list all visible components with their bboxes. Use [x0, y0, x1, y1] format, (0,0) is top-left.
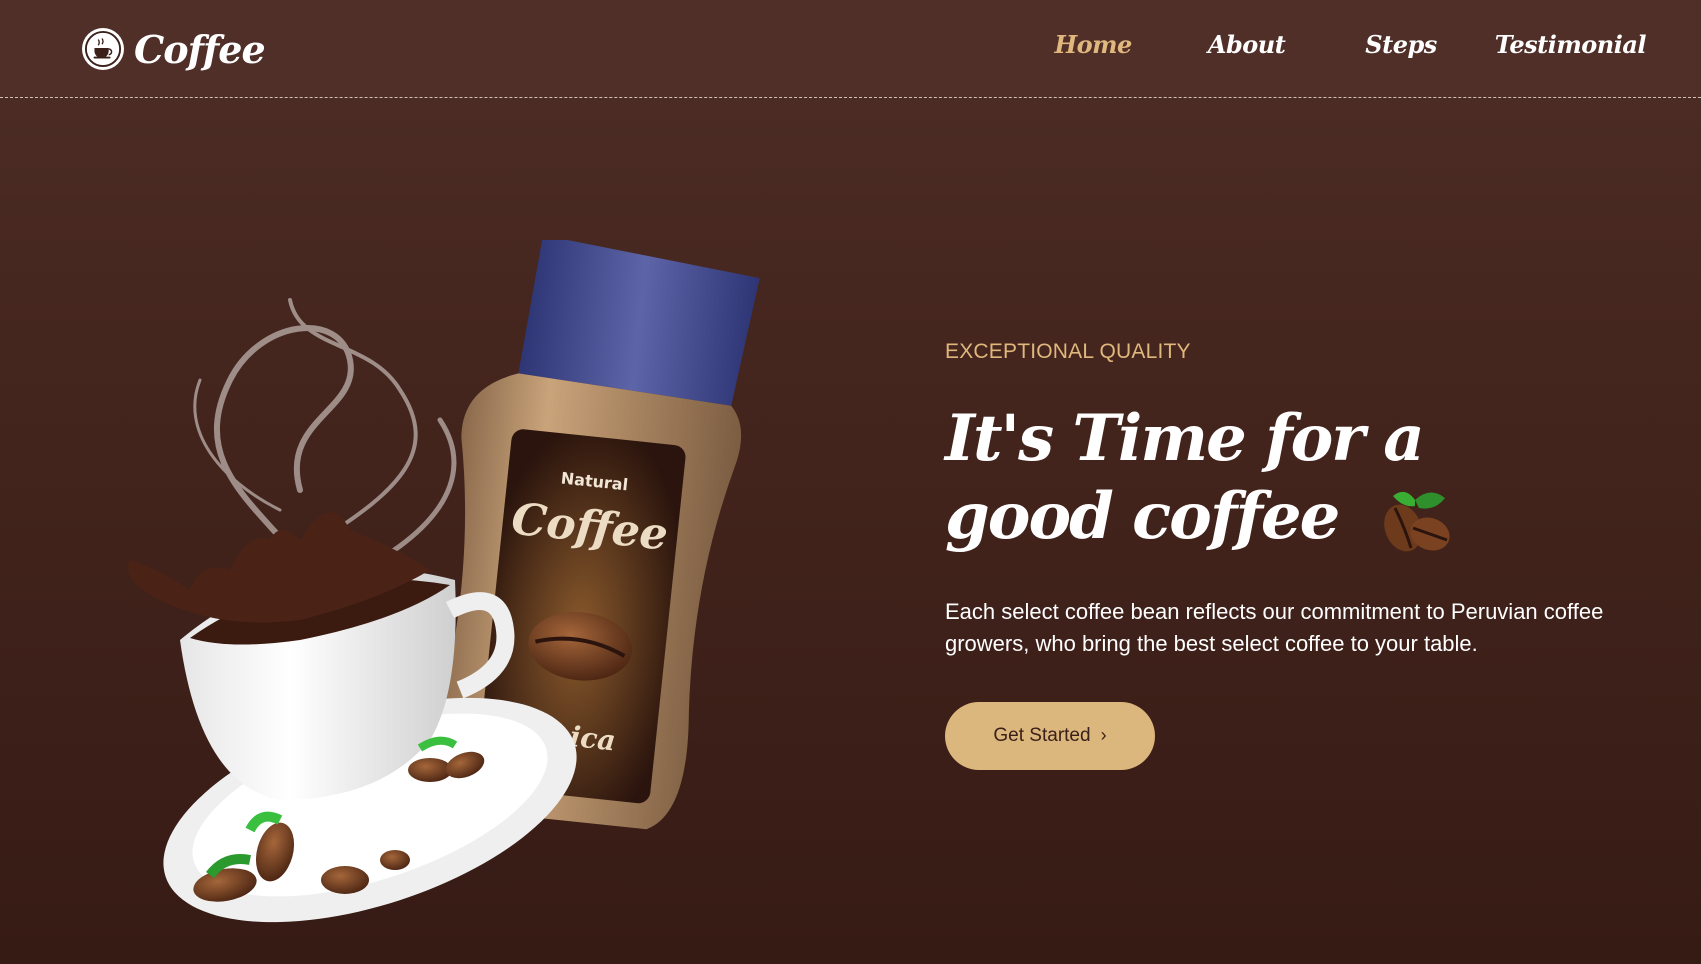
site-header: Coffee Home About Steps Testimonial — [0, 0, 1701, 98]
chevron-right-icon: › — [1100, 725, 1107, 745]
hero-eyebrow: EXCEPTIONAL QUALITY — [945, 340, 1191, 363]
nav-testimonial[interactable]: Testimonial — [1495, 30, 1647, 59]
nav-home[interactable]: Home — [1054, 30, 1132, 59]
hero-headline: It's Time for a good coffee — [945, 400, 1565, 558]
brand-name: Coffee — [134, 26, 266, 72]
brand[interactable]: Coffee — [82, 26, 266, 72]
hero-headline-text: It's Time for a good coffee — [945, 401, 1425, 554]
get-started-label: Get Started — [993, 724, 1091, 746]
coffee-beans-icon — [1383, 491, 1450, 551]
nav-about[interactable]: About — [1208, 30, 1286, 59]
hero-description: Each select coffee bean reflects our com… — [945, 598, 1604, 656]
coffee-cup-icon — [82, 28, 124, 70]
main-nav: Home About Steps Testimonial — [1054, 30, 1646, 59]
hero-illustration: Natural Coffee Arabica — [100, 235, 800, 940]
nav-steps[interactable]: Steps — [1365, 30, 1437, 59]
hero-content: EXCEPTIONAL QUALITY It's Time for a good… — [945, 340, 1645, 770]
get-started-button[interactable]: Get Started › — [945, 701, 1155, 770]
